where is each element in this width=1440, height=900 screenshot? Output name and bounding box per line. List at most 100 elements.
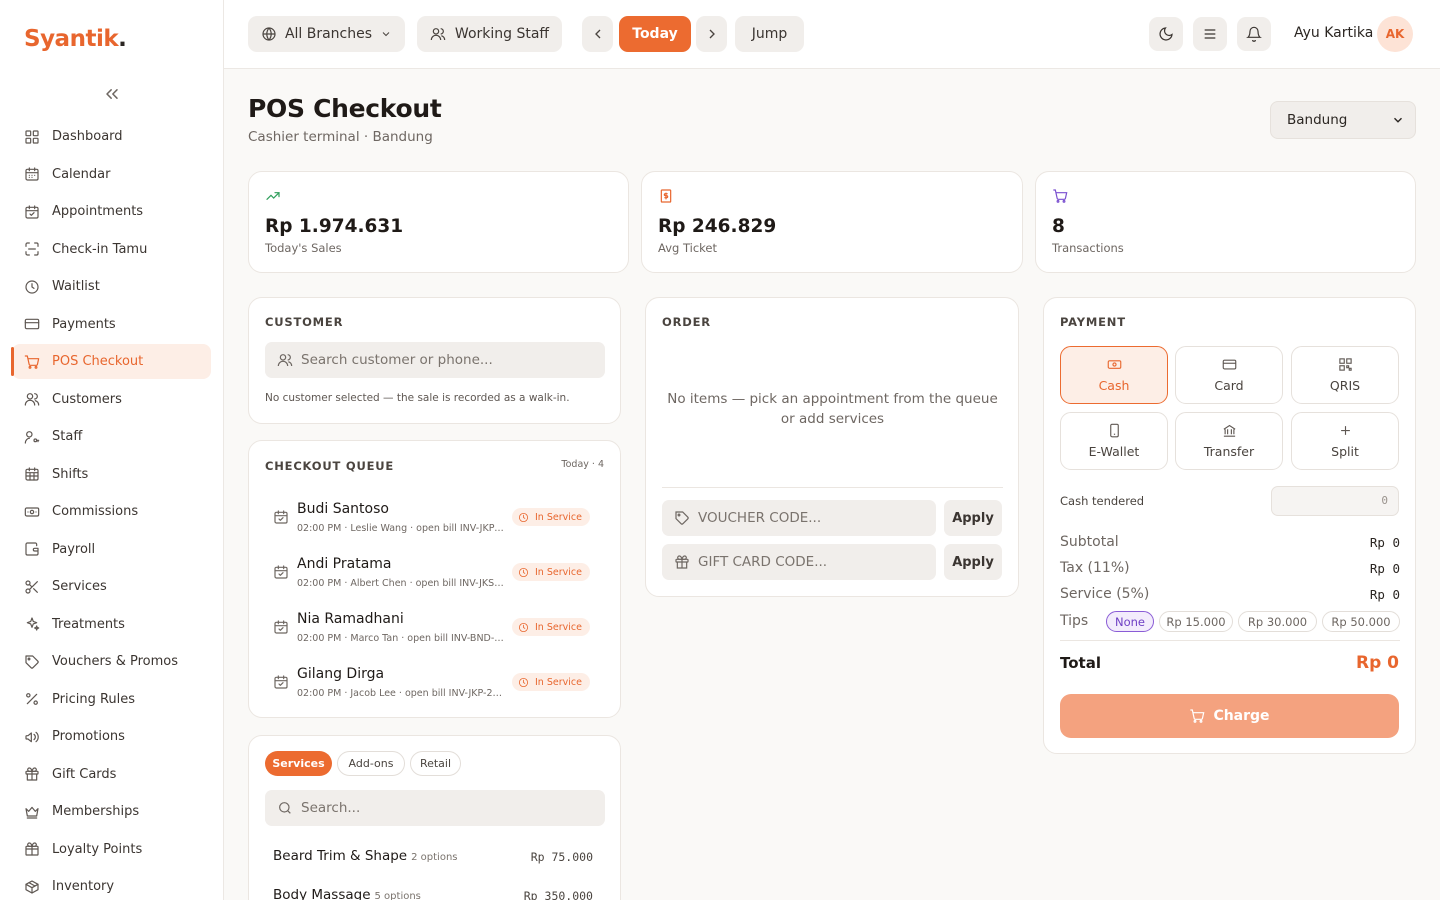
sidebar-item-promotions[interactable]: Promotions bbox=[12, 719, 211, 754]
branch-select[interactable]: Bandung bbox=[1270, 101, 1416, 139]
sidebar-item-label: Loyalty Points bbox=[52, 841, 143, 857]
tip-30000[interactable]: Rp 30.000 bbox=[1238, 611, 1317, 632]
sidebar: Syantik. Dashboard Calendar Appointments Ch… bbox=[0, 0, 224, 900]
sidebar-item-label: Calendar bbox=[52, 166, 111, 182]
clock-icon bbox=[24, 279, 40, 295]
sidebar-item-staff[interactable]: Staff bbox=[12, 419, 211, 454]
order-card: ORDER No items — pick an appointment fro… bbox=[645, 297, 1019, 597]
section-title: PAYMENT bbox=[1060, 315, 1126, 329]
jump-button[interactable]: Jump bbox=[735, 16, 804, 52]
payment-method-label: QRIS bbox=[1329, 378, 1361, 393]
service-name: Body Massage 5 options bbox=[273, 887, 421, 900]
voucher-code-input[interactable]: VOUCHER CODE... bbox=[662, 500, 936, 536]
charge-button[interactable]: Charge bbox=[1060, 694, 1399, 738]
total-label: Total bbox=[1060, 654, 1101, 672]
payment-method-split[interactable]: Split bbox=[1291, 412, 1399, 470]
sidebar-item-waitlist[interactable]: Waitlist bbox=[12, 269, 211, 304]
card-icon bbox=[1222, 357, 1237, 372]
payment-method-ewallet[interactable]: E-Wallet bbox=[1060, 412, 1168, 470]
status-badge-label: In Service bbox=[535, 676, 582, 688]
gift-card-code-input[interactable]: GIFT CARD CODE... bbox=[662, 544, 936, 580]
calendar-check-icon bbox=[24, 204, 40, 220]
apply-voucher-button[interactable]: Apply bbox=[944, 500, 1002, 536]
dark-mode-toggle[interactable] bbox=[1149, 17, 1183, 51]
catalog-search-input[interactable]: Search... bbox=[265, 790, 605, 826]
queue-item[interactable]: Andi Pratama 02:00 PM · Albert Chen · ope… bbox=[265, 553, 605, 597]
all-branches-dropdown[interactable]: All Branches bbox=[248, 16, 405, 52]
divider bbox=[1060, 640, 1400, 641]
calendar-check-icon bbox=[273, 509, 289, 525]
status-badge-label: In Service bbox=[535, 511, 582, 523]
queue-item[interactable]: Budi Santoso 02:00 PM · Leslie Wang · ope… bbox=[265, 498, 605, 542]
tab-retail[interactable]: Retail bbox=[410, 751, 461, 776]
sidebar-item-services[interactable]: Services bbox=[12, 569, 211, 604]
customer-search-input[interactable]: Search customer or phone... bbox=[265, 342, 605, 378]
percent-icon bbox=[24, 691, 40, 707]
payment-method-label: Cash bbox=[1098, 378, 1130, 393]
sidebar-item-label: Promotions bbox=[52, 729, 125, 744]
user-name[interactable]: Ayu Kartika bbox=[1294, 25, 1373, 41]
sidebar-item-pos-checkout[interactable]: POS Checkout bbox=[11, 344, 211, 379]
brand-logo[interactable]: Syantik. bbox=[24, 26, 127, 52]
sidebar-item-label: Check-in Tamu bbox=[52, 241, 148, 257]
sidebar-item-payroll[interactable]: Payroll bbox=[12, 532, 211, 567]
tab-add-ons[interactable]: Add-ons bbox=[337, 751, 405, 776]
sidebar-item-payments[interactable]: Payments bbox=[12, 307, 211, 342]
payment-method-transfer[interactable]: Transfer bbox=[1175, 412, 1283, 470]
payment-method-cash[interactable]: Cash bbox=[1060, 346, 1168, 404]
apply-gift-card-button[interactable]: Apply bbox=[944, 544, 1002, 580]
payment-method-card[interactable]: Card bbox=[1175, 346, 1283, 404]
list-item[interactable]: Beard Trim & Shape 2 options Rp 75.000 bbox=[273, 848, 593, 868]
list-item[interactable]: Body Massage 5 options Rp 350.000 bbox=[273, 887, 593, 900]
sidebar-item-gift-cards[interactable]: Gift Cards bbox=[12, 757, 211, 792]
avatar[interactable]: AK bbox=[1377, 16, 1413, 52]
payment-method-qris[interactable]: QRIS bbox=[1291, 346, 1399, 404]
calendar-check-icon bbox=[273, 564, 289, 580]
tip-15000[interactable]: Rp 15.000 bbox=[1159, 611, 1233, 632]
sidebar-item-inventory[interactable]: Inventory bbox=[12, 869, 211, 900]
working-staff-label: Working Staff bbox=[454, 26, 550, 42]
sidebar-item-pricing-rules[interactable]: Pricing Rules bbox=[12, 682, 211, 717]
sidebar-item-commissions[interactable]: Commissions bbox=[12, 494, 211, 529]
sidebar-item-check-in-tamu[interactable]: Check-in Tamu bbox=[12, 232, 211, 267]
queue-item[interactable]: Nia Ramadhani 02:00 PM · Marco Tan · open… bbox=[265, 608, 605, 652]
tips-label: Tips bbox=[1060, 613, 1089, 629]
tip-50000[interactable]: Rp 50.000 bbox=[1322, 611, 1400, 632]
service-value: Rp 0 bbox=[1369, 587, 1400, 602]
working-staff-button[interactable]: Working Staff bbox=[417, 16, 562, 52]
tag-icon bbox=[24, 654, 40, 670]
search-icon bbox=[277, 800, 293, 816]
sidebar-item-label: Customers bbox=[52, 391, 122, 407]
brand-name: Syantik bbox=[24, 26, 119, 52]
payment-method-label: Card bbox=[1214, 378, 1244, 393]
sidebar-item-dashboard[interactable]: Dashboard bbox=[12, 119, 211, 154]
notifications-button[interactable] bbox=[1237, 17, 1271, 51]
sidebar-item-shifts[interactable]: Shifts bbox=[12, 457, 211, 492]
sidebar-item-label: Memberships bbox=[52, 804, 140, 819]
cash-tendered-input[interactable]: 0 bbox=[1271, 486, 1399, 516]
scan-icon bbox=[24, 241, 40, 257]
sidebar-item-memberships[interactable]: Memberships bbox=[12, 794, 211, 829]
collapse-sidebar-icon[interactable] bbox=[102, 84, 122, 104]
today-button[interactable]: Today bbox=[619, 16, 691, 52]
chevron-down-icon bbox=[380, 28, 392, 40]
sidebar-item-loyalty-points[interactable]: Loyalty Points bbox=[12, 832, 211, 867]
service-row: Service (5%) Rp 0 bbox=[1060, 586, 1400, 604]
service-options: 2 options bbox=[411, 852, 458, 863]
sidebar-item-label: Appointments bbox=[52, 204, 144, 219]
sidebar-item-calendar[interactable]: Calendar bbox=[12, 157, 211, 192]
menu-button[interactable] bbox=[1193, 17, 1227, 51]
sidebar-item-treatments[interactable]: Treatments bbox=[12, 607, 211, 642]
prev-day-button[interactable] bbox=[582, 16, 613, 52]
tab-services[interactable]: Services bbox=[265, 751, 332, 776]
charge-label: Charge bbox=[1213, 708, 1270, 724]
calendar-check-icon bbox=[273, 674, 289, 690]
sidebar-item-appointments[interactable]: Appointments bbox=[12, 194, 211, 229]
checkout-queue-card: CHECKOUT QUEUE Today · 4 Budi Santoso 02:… bbox=[248, 440, 621, 718]
tip-none[interactable]: None bbox=[1106, 611, 1154, 632]
sidebar-item-vouchers-promos[interactable]: Vouchers & Promos bbox=[12, 644, 211, 679]
next-day-button[interactable] bbox=[696, 16, 727, 52]
sidebar-item-customers[interactable]: Customers bbox=[12, 382, 211, 417]
queue-item[interactable]: Gilang Dirga 02:00 PM · Jacob Lee · open … bbox=[265, 663, 605, 707]
queue-meta: 02:00 PM · Leslie Wang · open bill INV-J… bbox=[297, 523, 507, 534]
